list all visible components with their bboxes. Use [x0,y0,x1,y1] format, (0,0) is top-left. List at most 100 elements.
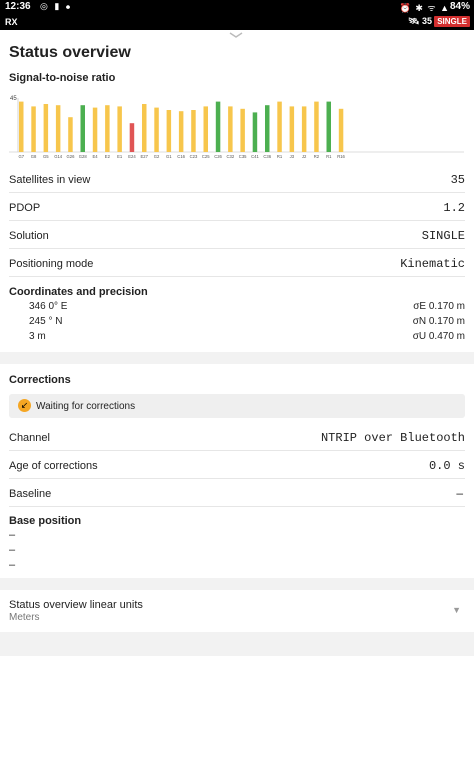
snr-tick-label: J3 [290,154,295,159]
snr-bar [338,108,344,152]
sigma-n-value: σN 0.170 m [412,316,465,327]
snr-bar [80,105,85,152]
notice-text: Waiting for corrections [36,401,136,412]
snr-bar [228,106,233,152]
snr-tick-label: G28 [79,154,88,159]
snr-bar [19,101,24,152]
linear-units-label: Status overview linear units [9,599,143,611]
solution-value: SINGLE [421,229,465,243]
snr-tick-label: J2 [302,154,307,159]
snr-tick-label: E4 [92,154,98,159]
sigma-e-value: σE 0.170 m [413,301,465,312]
positioning-mode-row: Positioning mode Kinematic [9,250,465,277]
snr-tick-label: G2 [154,154,160,159]
snr-bar [92,107,98,152]
snr-tick-label: E1 [117,154,123,159]
section-divider [0,578,474,590]
rx-label: RX [5,17,18,27]
snr-tick-label: C32 [227,154,235,159]
section-divider [0,632,474,656]
snr-bar [178,111,184,152]
notification-icons: ◎ ▮ ⦁ [40,1,73,11]
satellites-value: 35 [450,173,465,187]
snr-tick-label: E2 [105,154,111,159]
longitude-value: 346 0° E [29,301,68,312]
snr-bar [215,101,221,152]
snr-bar [142,104,147,152]
sigma-u-value: σU 0.470 m [412,331,465,342]
pdop-value: 1.2 [443,201,465,215]
altitude-value: 3 m [29,331,46,342]
baseline-value: – [456,486,463,500]
page-title: Status overview [9,44,131,61]
age-label: Age of corrections [9,460,98,472]
warning-arrow-icon: ↙ [18,399,31,412]
snr-tick-label: C26 [214,154,222,159]
snr-bar [31,106,36,152]
base-position-line-2: – [9,544,16,556]
age-of-corrections-row: Age of corrections 0.0 s [9,452,465,479]
satellites-label: Satellites in view [9,174,91,186]
snr-bar [55,105,61,152]
channel-value: NTRIP over Bluetooth [320,431,465,445]
satellite-count: 🛰 35 [408,16,432,27]
snr-tick-label: G8 [31,154,37,159]
snr-bar [252,112,258,152]
solution-label: Solution [9,230,49,242]
snr-chart: 45 G7 G8 G5 G14 G26 G28 E4 E2 E1 E24 E27 G2 G1 C16 C23… [9,96,464,159]
snr-tick-label: G7 [18,154,24,159]
snr-tick-label: R1 [277,154,283,159]
snr-tick-label: R2 [314,154,320,159]
snr-bar [68,117,73,152]
system-status-bar: 12:36 ◎ ▮ ⦁ ⏰ ✱ ᯤ ▲ 84% [0,0,474,14]
satellite-icon: 🛰 [408,16,420,26]
snr-tick-label: C41 [251,154,259,159]
positioning-mode-label: Positioning mode [9,258,94,270]
linear-units-select[interactable]: Status overview linear units Meters ▼ [9,599,465,629]
satellites-in-view-row: Satellites in view 35 [9,166,465,193]
base-position-line-3: – [9,559,16,571]
snr-y-tick: 45 [10,96,17,102]
snr-bar [289,106,295,152]
snr-bar [240,108,245,152]
snr-tick-label: G14 [54,154,63,159]
base-position-heading: Base position [9,515,82,527]
snr-bar [117,106,122,152]
snr-tick-label: C25 [202,154,210,159]
snr-bar [301,106,307,152]
linear-units-value: Meters [9,612,40,623]
pdop-row: PDOP 1.2 [9,194,465,221]
snr-bar [191,110,196,152]
snr-bar [43,104,49,152]
solution-row: Solution SINGLE [9,222,465,249]
section-divider [0,352,474,364]
baseline-label: Baseline [9,488,52,500]
snr-bar [129,123,135,152]
snr-tick-label: G26 [66,154,75,159]
channel-row: Channel NTRIP over Bluetooth [9,424,465,451]
waiting-corrections-notice: ↙ Waiting for corrections [9,394,465,418]
latitude-value: 245 ° N [29,316,63,327]
snr-heading: Signal-to-noise ratio [9,72,116,84]
connectivity-icons: ⏰ ✱ ᯤ ▲ [399,3,450,13]
channel-label: Channel [9,432,50,444]
receiver-status-bar[interactable]: RX 🛰 35 SINGLE [0,14,474,30]
snr-tick-label: C23 [190,154,198,159]
snr-bar [314,101,319,152]
pdop-label: PDOP [9,202,41,214]
drag-handle[interactable] [229,32,243,38]
snr-bar [154,107,159,152]
snr-tick-label: G1 [166,154,172,159]
satellite-count-value: 35 [421,16,432,26]
dropdown-caret-icon: ▼ [452,605,461,615]
snr-bar [166,110,172,152]
baseline-row: Baseline – [9,480,465,507]
snr-tick-label: C35 [239,154,247,159]
corrections-heading: Corrections [9,374,71,386]
clock: 12:36 [5,1,31,12]
status-overview-sheet: Status overview Signal-to-noise ratio 45… [0,30,474,758]
solution-badge: SINGLE [434,16,470,27]
snr-bar [203,106,208,152]
snr-tick-label: C36 [263,154,271,159]
snr-bar [105,105,110,152]
